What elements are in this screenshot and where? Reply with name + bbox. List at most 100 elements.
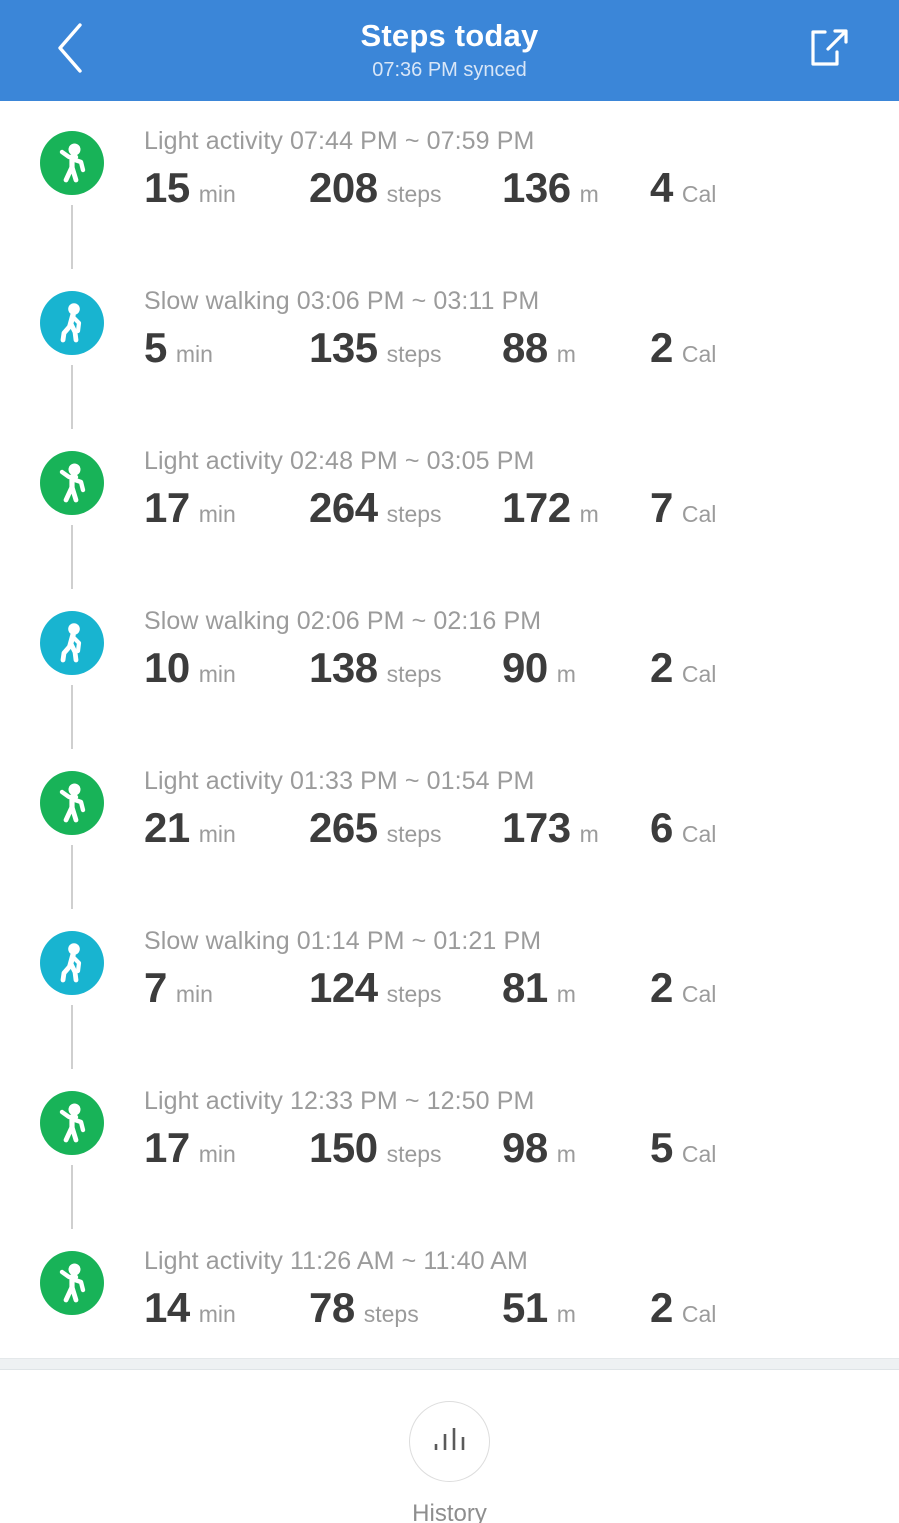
back-button[interactable] xyxy=(34,0,106,101)
activity-metrics: 10 min 138 steps 90 m 2 Cal xyxy=(144,644,899,692)
light-activity-icon xyxy=(40,451,104,515)
activity-marker xyxy=(0,1069,144,1229)
activity-row[interactable]: Light activity 02:48 PM ~ 03:05 PM 17 min 2… xyxy=(0,429,899,589)
metric-duration: 17 min xyxy=(144,484,309,532)
metric-steps-unit: steps xyxy=(386,341,442,367)
activity-metrics: 14 min 78 steps 51 m 2 Cal xyxy=(144,1284,899,1332)
activity-list: Light activity 07:44 PM ~ 07:59 PM 15 min 2… xyxy=(0,101,899,1389)
activity-row[interactable]: Light activity 12:33 PM ~ 12:50 PM 17 min 1… xyxy=(0,1069,899,1229)
footer-bar: History xyxy=(0,1370,899,1523)
metric-calories-unit: Cal xyxy=(681,501,717,527)
metric-distance: 98 m xyxy=(502,1124,650,1172)
metric-steps-unit: steps xyxy=(386,501,442,527)
metric-steps: 264 steps xyxy=(309,484,502,532)
metric-calories-unit: Cal xyxy=(681,1301,717,1327)
activity-details: Light activity 07:44 PM ~ 07:59 PM 15 min 2… xyxy=(144,109,899,212)
metric-distance-value: 51 xyxy=(502,1284,548,1331)
timeline-connector xyxy=(71,1165,73,1229)
light-activity-icon xyxy=(40,771,104,835)
metric-distance-value: 98 xyxy=(502,1124,548,1171)
metric-duration: 5 min xyxy=(144,324,309,372)
activity-row[interactable]: Light activity 07:44 PM ~ 07:59 PM 15 min 2… xyxy=(0,109,899,269)
activity-marker xyxy=(0,909,144,1069)
metric-distance: 136 m xyxy=(502,164,650,212)
metric-steps-unit: steps xyxy=(386,661,442,687)
activity-marker xyxy=(0,1229,144,1315)
activity-time-range: Slow walking 02:06 PM ~ 02:16 PM xyxy=(144,607,542,635)
metric-steps-value: 78 xyxy=(309,1284,355,1331)
activity-marker xyxy=(0,269,144,429)
activity-time-range: Light activity 12:33 PM ~ 12:50 PM xyxy=(144,1087,535,1115)
metric-calories: 2 Cal xyxy=(650,324,716,372)
activity-details: Light activity 11:26 AM ~ 11:40 AM 14 min 7… xyxy=(144,1229,899,1332)
metric-steps: 124 steps xyxy=(309,964,502,1012)
history-button[interactable]: History xyxy=(409,1401,490,1523)
metric-distance: 172 m xyxy=(502,484,650,532)
activity-row[interactable]: Slow walking 03:06 PM ~ 03:11 PM 5 min 135 s… xyxy=(0,269,899,429)
metric-duration: 7 min xyxy=(144,964,309,1012)
activity-row[interactable]: Slow walking 01:14 PM ~ 01:21 PM 7 min 124 s… xyxy=(0,909,899,1069)
activity-time-range: Slow walking 01:14 PM ~ 01:21 PM xyxy=(144,927,542,955)
activity-details: Light activity 01:33 PM ~ 01:54 PM 21 min 2… xyxy=(144,749,899,852)
metric-distance-value: 90 xyxy=(502,644,548,691)
metric-calories-unit: Cal xyxy=(681,341,717,367)
metric-calories-unit: Cal xyxy=(681,181,717,207)
page-title: Steps today xyxy=(360,18,539,53)
metric-calories: 2 Cal xyxy=(650,1284,716,1332)
metric-distance-unit: m xyxy=(579,181,599,207)
activity-time-range: Light activity 02:48 PM ~ 03:05 PM xyxy=(144,447,535,475)
metric-calories-value: 6 xyxy=(650,804,673,851)
history-label: History xyxy=(412,1500,487,1523)
chevron-left-icon xyxy=(55,22,85,79)
timeline-connector xyxy=(71,685,73,749)
activity-metrics: 7 min 124 steps 81 m 2 Cal xyxy=(144,964,899,1012)
light-activity-icon xyxy=(40,1091,104,1155)
activity-time-range: Slow walking 03:06 PM ~ 03:11 PM xyxy=(144,287,540,315)
metric-duration-value: 15 xyxy=(144,164,190,211)
metric-calories-value: 7 xyxy=(650,484,673,531)
activity-metrics: 15 min 208 steps 136 m 4 Cal xyxy=(144,164,899,212)
activity-details: Light activity 02:48 PM ~ 03:05 PM 17 min 2… xyxy=(144,429,899,532)
metric-duration: 17 min xyxy=(144,1124,309,1172)
header-titles: Steps today 07:36 PM synced xyxy=(361,18,539,83)
metric-duration-unit: min xyxy=(198,821,236,847)
metric-calories-unit: Cal xyxy=(681,661,717,687)
metric-steps: 135 steps xyxy=(309,324,502,372)
app-header: Steps today 07:36 PM synced xyxy=(0,0,899,101)
metric-steps: 208 steps xyxy=(309,164,502,212)
activity-metrics: 17 min 150 steps 98 m 5 Cal xyxy=(144,1124,899,1172)
metric-distance-value: 136 xyxy=(502,164,571,211)
metric-steps-value: 138 xyxy=(309,644,378,691)
history-icon-circle xyxy=(409,1401,490,1482)
metric-calories: 2 Cal xyxy=(650,644,716,692)
metric-distance: 81 m xyxy=(502,964,650,1012)
metric-duration-value: 21 xyxy=(144,804,190,851)
metric-duration: 21 min xyxy=(144,804,309,852)
activity-row[interactable]: Slow walking 02:06 PM ~ 02:16 PM 10 min 138… xyxy=(0,589,899,749)
steps-today-screen: Steps today 07:36 PM synced Light activi… xyxy=(0,0,899,1523)
bar-chart-icon xyxy=(428,1420,472,1463)
metric-distance-unit: m xyxy=(556,1301,576,1327)
timeline-connector xyxy=(71,845,73,909)
metric-calories-value: 2 xyxy=(650,644,673,691)
metric-distance: 88 m xyxy=(502,324,650,372)
metric-steps: 78 steps xyxy=(309,1284,502,1332)
metric-steps-unit: steps xyxy=(363,1301,419,1327)
metric-calories-value: 5 xyxy=(650,1124,673,1171)
metric-calories-value: 4 xyxy=(650,164,673,211)
activity-details: Slow walking 02:06 PM ~ 02:16 PM 10 min 138… xyxy=(144,589,899,692)
metric-calories: 5 Cal xyxy=(650,1124,716,1172)
metric-steps-value: 264 xyxy=(309,484,378,531)
metric-distance-unit: m xyxy=(579,821,599,847)
light-activity-icon xyxy=(40,1251,104,1315)
activity-metrics: 17 min 264 steps 172 m 7 Cal xyxy=(144,484,899,532)
activity-row[interactable]: Light activity 01:33 PM ~ 01:54 PM 21 min 2… xyxy=(0,749,899,909)
metric-duration-value: 5 xyxy=(144,324,167,371)
timeline-connector xyxy=(71,1005,73,1069)
timeline-connector xyxy=(71,365,73,429)
metric-duration-unit: min xyxy=(198,1301,236,1327)
metric-steps-value: 265 xyxy=(309,804,378,851)
slow-walking-icon xyxy=(40,611,104,675)
activity-metrics: 5 min 135 steps 88 m 2 Cal xyxy=(144,324,899,372)
share-button[interactable] xyxy=(793,0,865,101)
